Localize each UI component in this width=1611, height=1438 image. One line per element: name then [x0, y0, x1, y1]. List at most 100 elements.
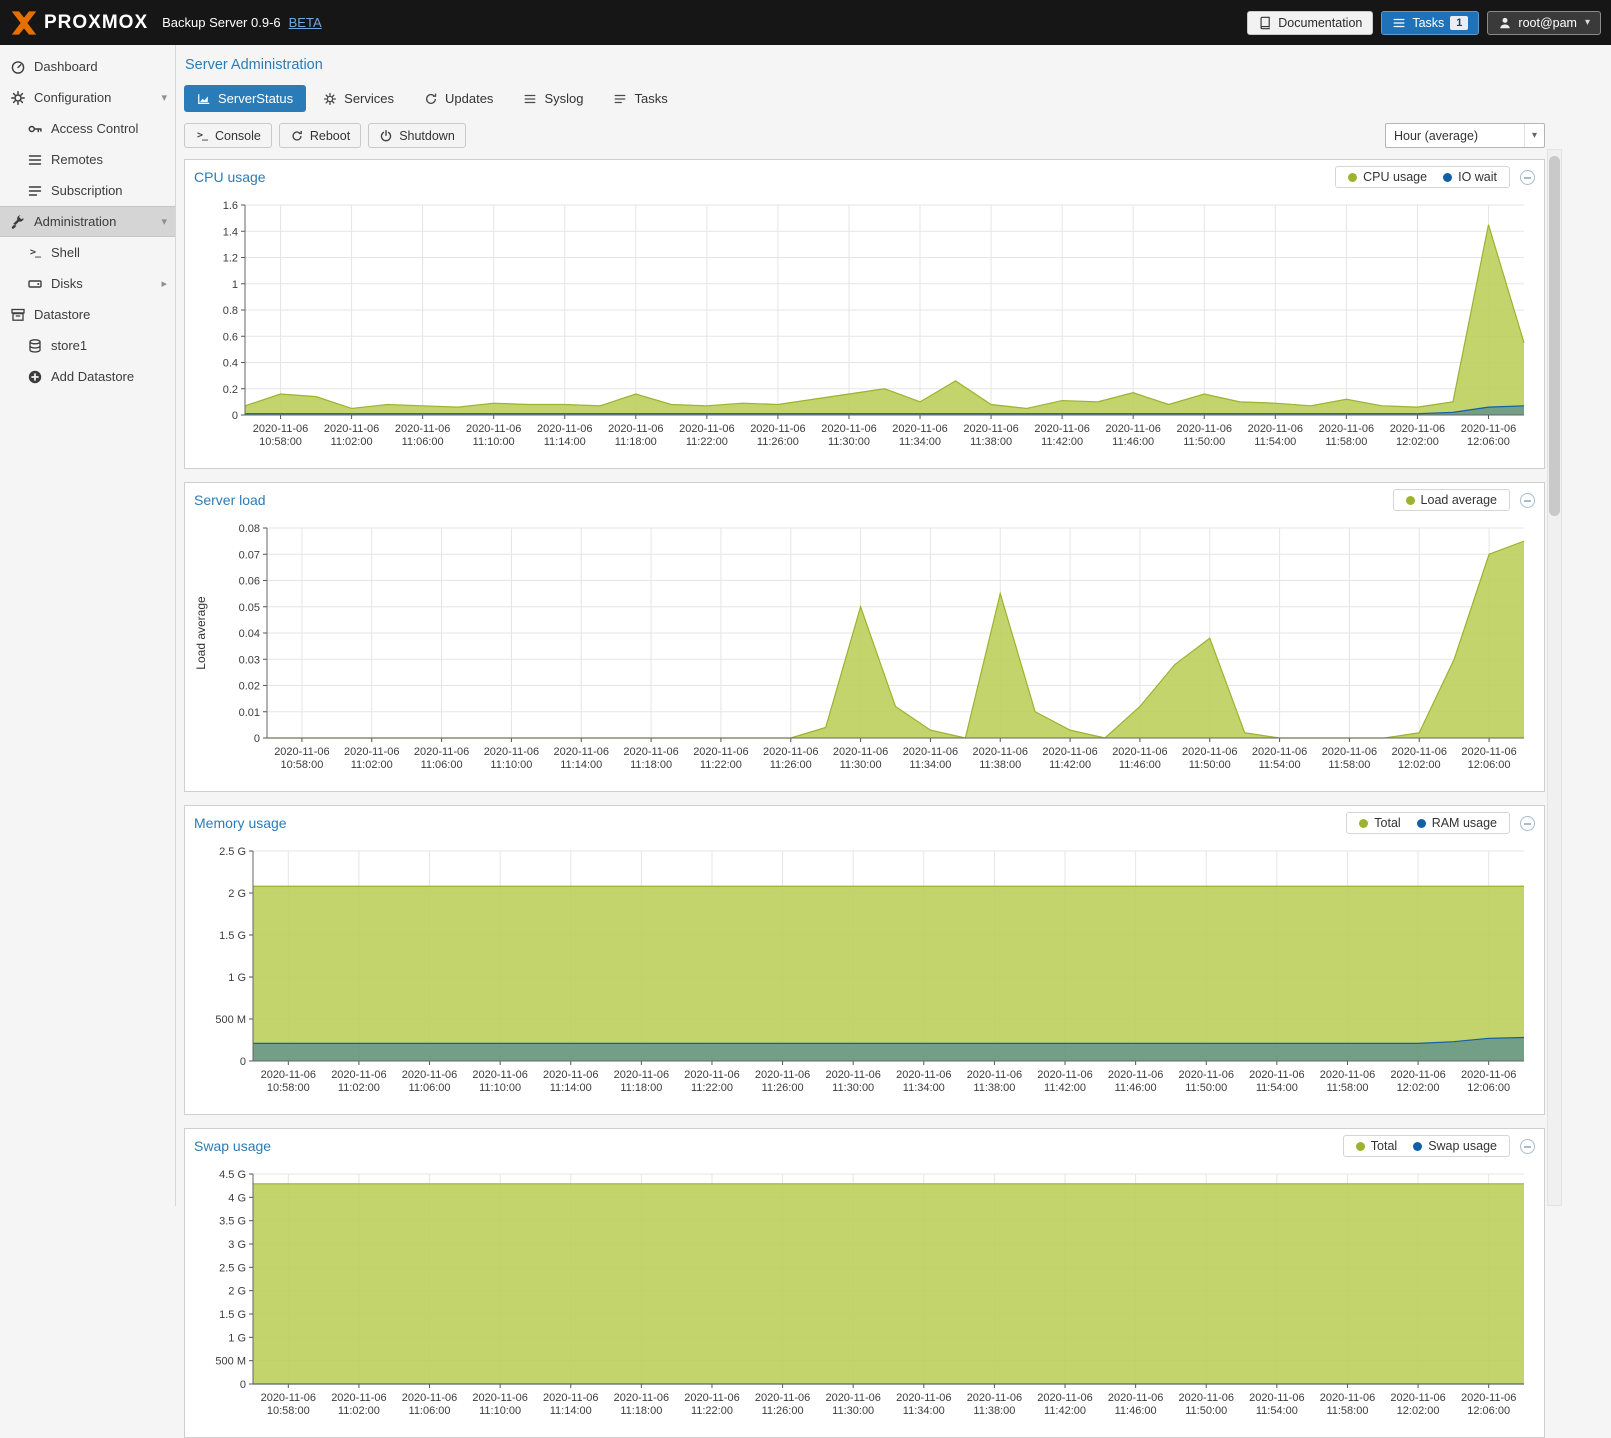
- svg-text:0: 0: [240, 1379, 246, 1391]
- legend-item[interactable]: Total: [1359, 816, 1400, 830]
- chart-legend: CPU usage IO wait: [1335, 166, 1510, 188]
- legend-dot: [1417, 819, 1426, 828]
- svg-text:2020-11-0611:58:00: 2020-11-0611:58:00: [1320, 1069, 1375, 1094]
- legend-label: IO wait: [1458, 170, 1497, 184]
- svg-text:2020-11-0611:10:00: 2020-11-0611:10:00: [484, 746, 539, 771]
- logo-text: PROXMOX: [44, 12, 148, 34]
- sidebar-item-remotes[interactable]: Remotes: [0, 144, 175, 175]
- gears-icon: [323, 92, 337, 106]
- svg-text:2020-11-0612:02:00: 2020-11-0612:02:00: [1390, 1069, 1445, 1094]
- sidebar-item-disks[interactable]: Disks ▸: [0, 268, 175, 299]
- svg-text:2020-11-0611:42:00: 2020-11-0611:42:00: [1037, 1392, 1092, 1417]
- reboot-button[interactable]: Reboot: [279, 123, 361, 148]
- collapse-panel-icon[interactable]: [1520, 493, 1535, 508]
- user-menu-button[interactable]: root@pam ▾: [1487, 11, 1601, 35]
- tab-tasks[interactable]: Tasks: [600, 85, 680, 112]
- sidebar-item-label: Subscription: [51, 183, 123, 198]
- legend-dot: [1359, 819, 1368, 828]
- svg-text:2020-11-0612:06:00: 2020-11-0612:06:00: [1461, 746, 1516, 771]
- legend-item[interactable]: RAM usage: [1417, 816, 1497, 830]
- svg-text:2020-11-0611:50:00: 2020-11-0611:50:00: [1182, 746, 1237, 771]
- sidebar-item-label: Administration: [34, 214, 116, 229]
- reboot-label: Reboot: [310, 129, 350, 143]
- page-title: Server Administration: [176, 45, 1611, 73]
- chevron-down-icon: ▾: [161, 215, 167, 228]
- svg-text:2020-11-0611:06:00: 2020-11-0611:06:00: [395, 423, 450, 448]
- sidebar-item-shell[interactable]: >_ Shell: [0, 237, 175, 268]
- svg-text:1 G: 1 G: [228, 972, 246, 984]
- refresh-icon: [424, 92, 438, 106]
- sidebar-item-label: Add Datastore: [51, 369, 134, 384]
- tab-updates[interactable]: Updates: [411, 85, 506, 112]
- chart-panel: Server load Load average 00.010.020.030.…: [184, 482, 1545, 792]
- tab-syslog[interactable]: Syslog: [510, 85, 596, 112]
- svg-text:0.07: 0.07: [239, 549, 260, 561]
- svg-text:2020-11-0611:38:00: 2020-11-0611:38:00: [967, 1069, 1022, 1094]
- svg-text:2020-11-0611:34:00: 2020-11-0611:34:00: [896, 1069, 951, 1094]
- chevron-down-icon: ▾: [1524, 124, 1544, 147]
- panel-body: 0500 M1 G1.5 G2 G2.5 G2020-11-0610:58:00…: [185, 839, 1544, 1114]
- legend-item[interactable]: Swap usage: [1413, 1139, 1497, 1153]
- archive-box-icon: [10, 307, 26, 323]
- svg-text:2020-11-0611:58:00: 2020-11-0611:58:00: [1322, 746, 1377, 771]
- legend-item[interactable]: CPU usage: [1348, 170, 1427, 184]
- sidebar-item-access-control[interactable]: Access Control: [0, 113, 175, 144]
- svg-text:2020-11-0611:06:00: 2020-11-0611:06:00: [414, 746, 469, 771]
- tasks-button[interactable]: Tasks 1: [1381, 11, 1479, 35]
- documentation-button[interactable]: Documentation: [1247, 11, 1373, 35]
- svg-text:2020-11-0611:14:00: 2020-11-0611:14:00: [554, 746, 609, 771]
- time-range-value: Hour (average): [1386, 129, 1524, 143]
- beta-link[interactable]: BETA: [289, 15, 322, 30]
- svg-text:2020-11-0611:58:00: 2020-11-0611:58:00: [1319, 423, 1374, 448]
- sidebar-item-add-datastore[interactable]: Add Datastore: [0, 361, 175, 392]
- svg-text:2020-11-0610:58:00: 2020-11-0610:58:00: [274, 746, 329, 771]
- scrollbar-thumb[interactable]: [1549, 156, 1560, 516]
- sidebar-item-configuration[interactable]: Configuration ▾: [0, 82, 175, 113]
- key-icon: [27, 121, 43, 137]
- tab-label: Services: [344, 91, 394, 106]
- gauge-icon: [10, 59, 26, 75]
- svg-text:2020-11-0611:38:00: 2020-11-0611:38:00: [963, 423, 1018, 448]
- svg-text:2020-11-0610:58:00: 2020-11-0610:58:00: [261, 1392, 316, 1417]
- sidebar-item-administration[interactable]: Administration ▾: [0, 206, 175, 237]
- scrollbar-track[interactable]: [1547, 149, 1562, 1206]
- svg-text:2020-11-0611:10:00: 2020-11-0611:10:00: [472, 1392, 527, 1417]
- svg-text:2020-11-0611:30:00: 2020-11-0611:30:00: [825, 1069, 880, 1094]
- tasks-label: Tasks: [1412, 16, 1444, 30]
- sidebar-item-label: Access Control: [51, 121, 138, 136]
- console-button[interactable]: >_ Console: [184, 123, 272, 148]
- sidebar: Dashboard Configuration ▾ Access Control…: [0, 45, 176, 1206]
- sidebar-item-datastore[interactable]: Datastore: [0, 299, 175, 330]
- chart-legend: Total RAM usage: [1346, 812, 1510, 834]
- legend-item[interactable]: IO wait: [1443, 170, 1497, 184]
- tab-serverstatus[interactable]: ServerStatus: [184, 85, 306, 112]
- legend-item[interactable]: Total: [1356, 1139, 1397, 1153]
- collapse-panel-icon[interactable]: [1520, 816, 1535, 831]
- shutdown-button[interactable]: Shutdown: [368, 123, 466, 148]
- chevron-right-icon: ▸: [161, 277, 167, 290]
- time-range-select[interactable]: Hour (average) ▾: [1385, 123, 1545, 148]
- tab-services[interactable]: Services: [310, 85, 407, 112]
- sidebar-item-store1[interactable]: store1: [0, 330, 175, 361]
- power-icon: [379, 129, 393, 143]
- svg-text:2.5 G: 2.5 G: [219, 1262, 246, 1274]
- svg-text:1.2: 1.2: [223, 253, 238, 265]
- sidebar-item-subscription[interactable]: Subscription: [0, 175, 175, 206]
- svg-text:2020-11-0611:22:00: 2020-11-0611:22:00: [679, 423, 734, 448]
- svg-text:500 M: 500 M: [215, 1014, 246, 1026]
- svg-text:Load average: Load average: [194, 596, 208, 670]
- svg-text:1.6: 1.6: [223, 200, 238, 212]
- svg-text:2 G: 2 G: [228, 888, 246, 900]
- legend-dot: [1406, 496, 1415, 505]
- svg-text:0.04: 0.04: [239, 628, 260, 640]
- tab-label: Updates: [445, 91, 493, 106]
- svg-text:2020-11-0611:34:00: 2020-11-0611:34:00: [896, 1392, 951, 1417]
- sidebar-item-dashboard[interactable]: Dashboard: [0, 51, 175, 82]
- database-icon: [27, 338, 43, 354]
- collapse-panel-icon[interactable]: [1520, 170, 1535, 185]
- collapse-panel-icon[interactable]: [1520, 1139, 1535, 1154]
- sidebar-item-label: Shell: [51, 245, 80, 260]
- legend-item[interactable]: Load average: [1406, 493, 1497, 507]
- gears-icon: [10, 90, 26, 106]
- svg-text:2020-11-0612:02:00: 2020-11-0612:02:00: [1390, 1392, 1445, 1417]
